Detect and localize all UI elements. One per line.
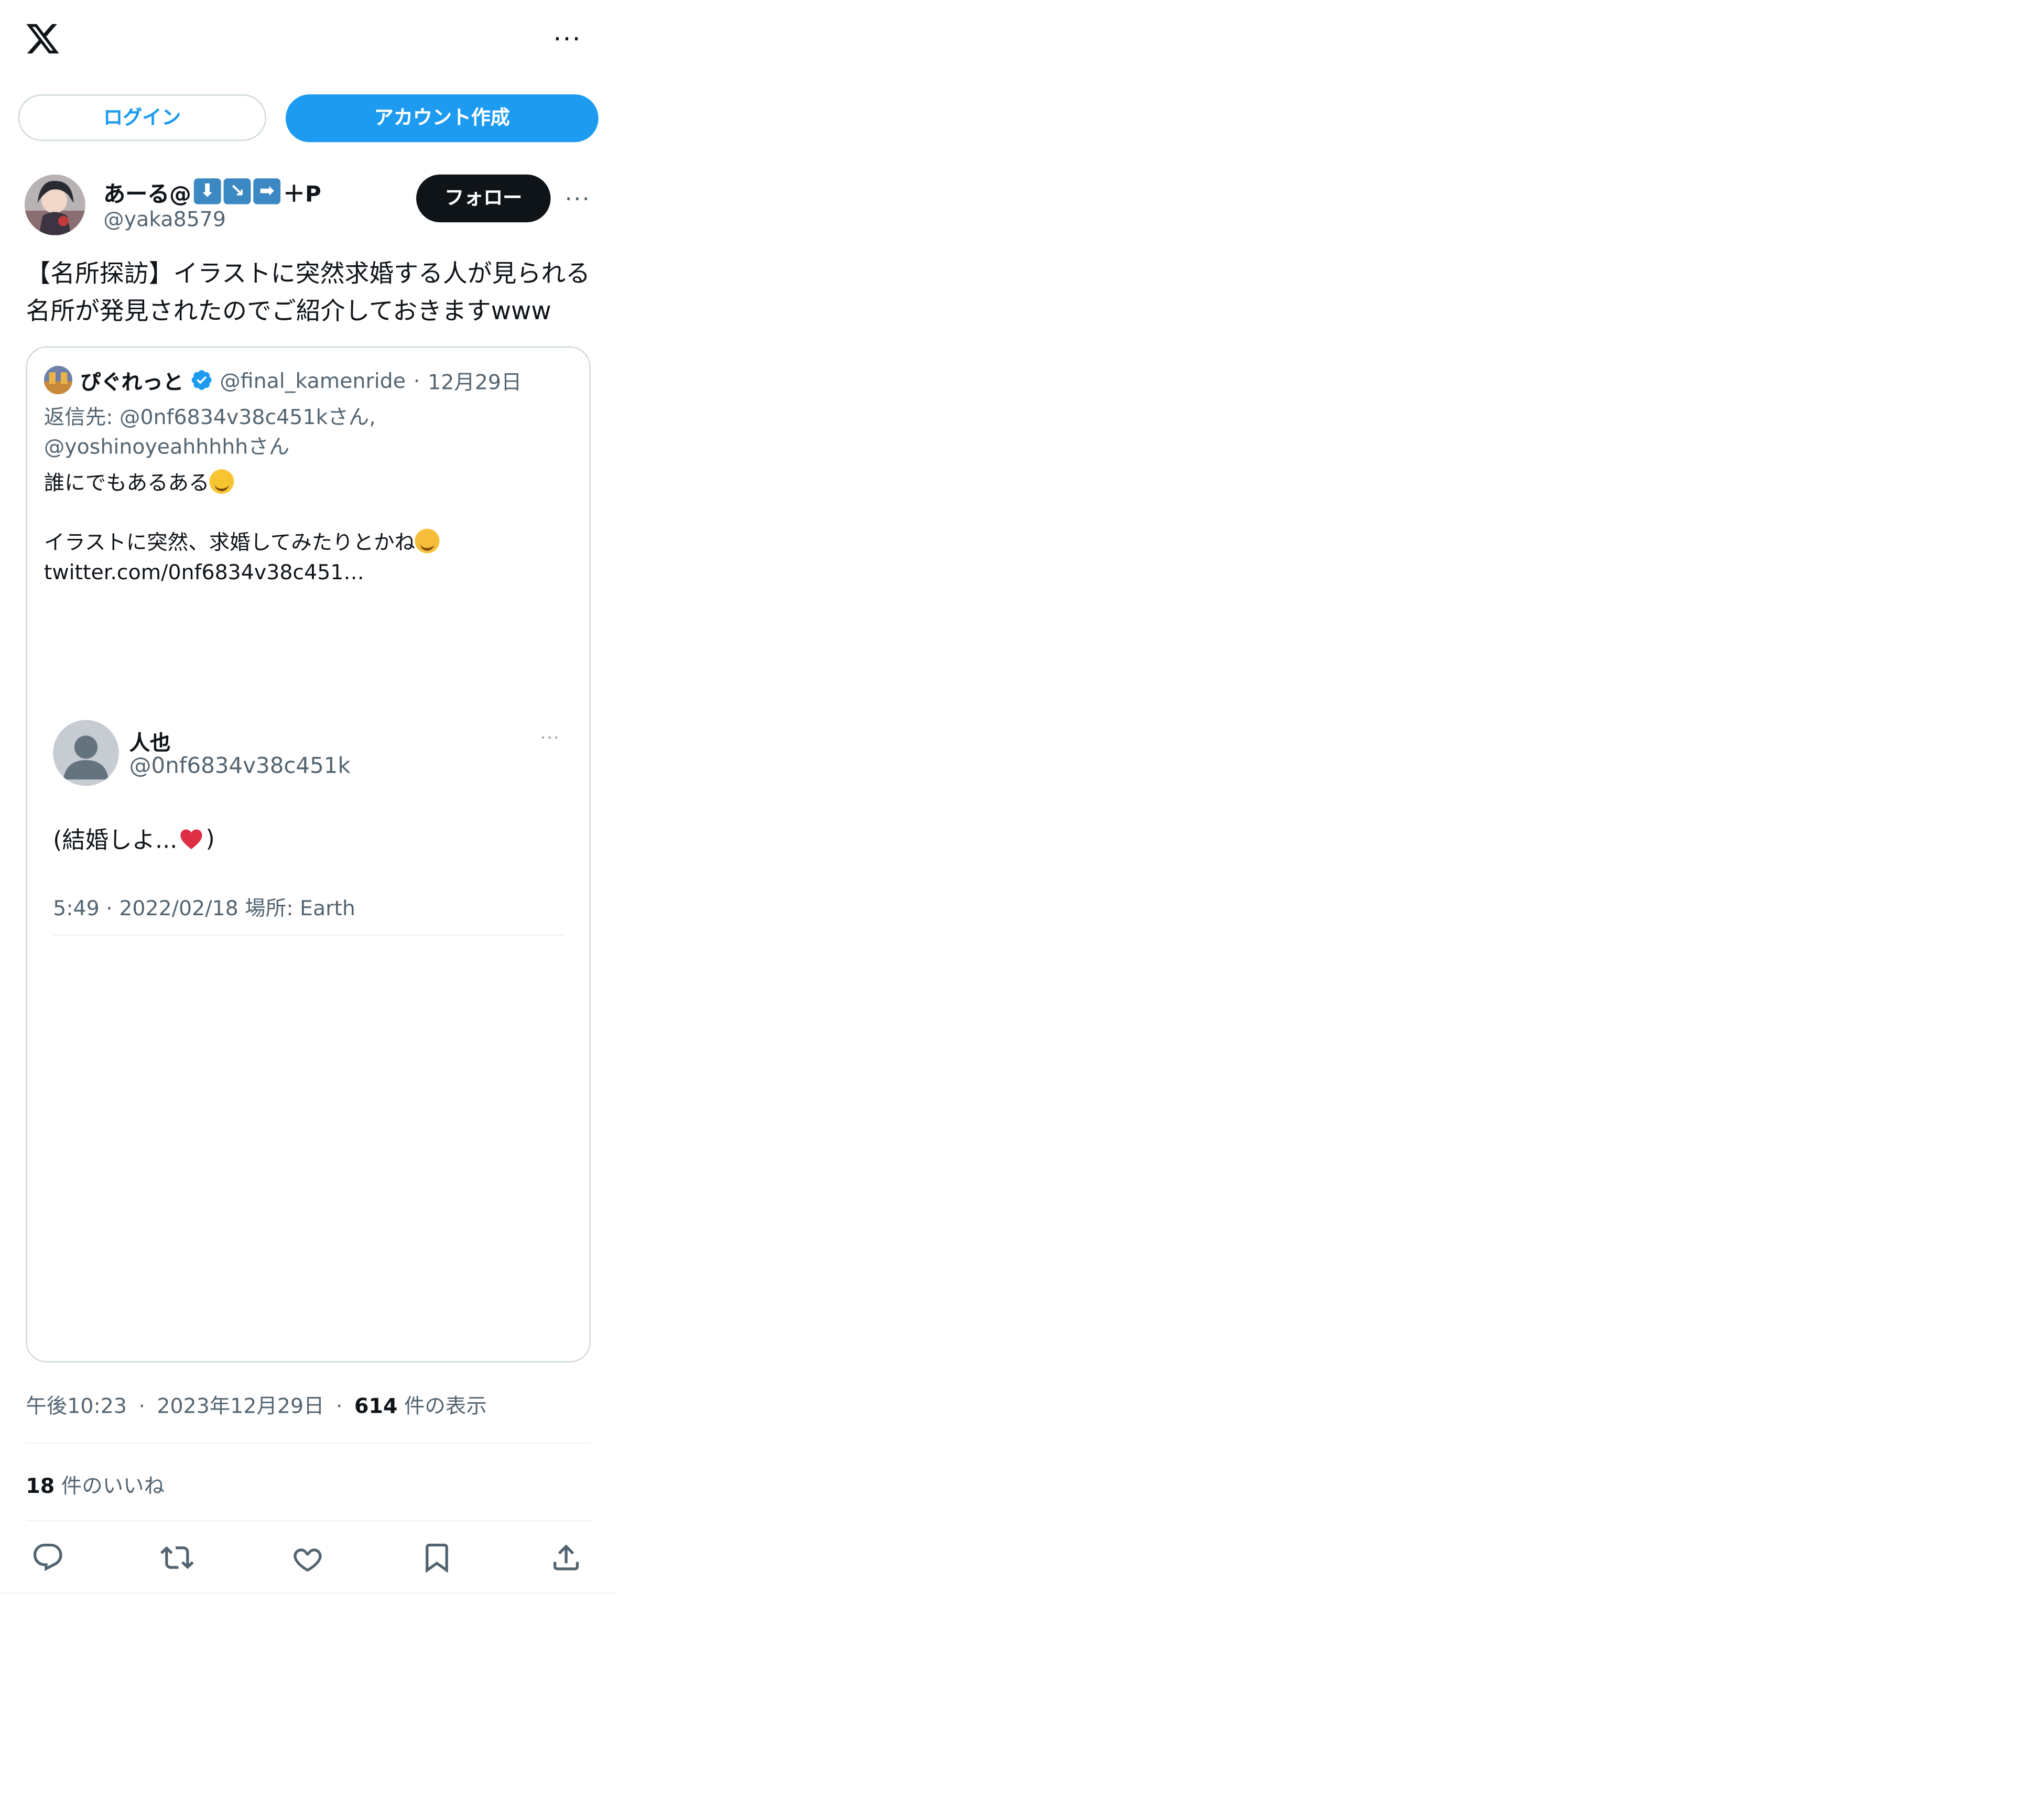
embedded-divider: [53, 934, 564, 936]
quoted-date[interactable]: 12月29日: [428, 364, 522, 395]
embedded-text-before: (結婚しよ...: [53, 827, 178, 855]
share-icon[interactable]: [549, 1541, 583, 1574]
like-icon[interactable]: [291, 1541, 324, 1574]
tweet-time[interactable]: 午後10:23: [26, 1393, 127, 1418]
quoted-handle[interactable]: @final_kamenride: [220, 368, 406, 393]
red-heart-icon: [180, 829, 202, 849]
author-handle[interactable]: @yaka8579: [103, 207, 226, 232]
verified-badge-icon: [191, 370, 212, 390]
quoted-body: 誰にでもあるある イラストに突然、求婚してみたりとかね twitter.com/…: [44, 468, 574, 587]
embedded-meta: 5:49 · 2022/02/18 場所: Earth: [53, 895, 355, 920]
views-label: 件の表示: [404, 1393, 487, 1418]
tweet-meta: 午後10:23 · 2023年12月29日 · 614 件の表示: [26, 1388, 487, 1419]
grinning-face-icon: [209, 469, 234, 494]
quoted-avatar: [44, 365, 73, 395]
down-right-arrow-emoji-icon: ↘: [223, 178, 251, 204]
reply-icon[interactable]: [31, 1541, 64, 1574]
login-button[interactable]: ログイン: [18, 94, 266, 141]
repost-icon[interactable]: [160, 1541, 194, 1574]
embedded-name: 人也: [129, 730, 171, 755]
tweet-text: 【名所探訪】イラストに突然求婚する人が見られる名所が発見されたのでご紹介しておき…: [26, 259, 591, 326]
likes-summary[interactable]: 18 件のいいね: [26, 1468, 165, 1499]
embedded-more-icon: ···: [540, 729, 560, 749]
reply-to-line-1: 返信先: @0nf6834v38c451kさん,: [44, 404, 376, 429]
follow-button[interactable]: フォロー: [416, 174, 551, 223]
likes-count: 18: [26, 1474, 55, 1499]
embedded-default-avatar: [53, 720, 119, 786]
more-options-icon[interactable]: ···: [553, 26, 592, 51]
meta-separator-2: ·: [336, 1393, 343, 1418]
bookmark-icon[interactable]: [420, 1541, 453, 1574]
author-name-suffix: ＋P: [283, 181, 321, 208]
author-name-text: あーる@: [103, 181, 191, 208]
down-arrow-emoji-icon: ⬇: [193, 178, 221, 204]
smiling-face-icon: [415, 528, 440, 554]
embedded-text-after: ): [205, 825, 215, 853]
meta-separator-1: ·: [138, 1393, 145, 1418]
x-logo-icon[interactable]: [23, 20, 62, 57]
divider: [0, 1592, 617, 1594]
divider: [26, 1520, 591, 1522]
quoted-separator: ·: [413, 367, 420, 393]
quoted-link[interactable]: twitter.com/0nf6834v38c451…: [44, 557, 574, 587]
embedded-handle: @0nf6834v38c451k: [129, 753, 351, 779]
create-account-button[interactable]: アカウント作成: [285, 94, 599, 143]
quoted-reply-to: 返信先: @0nf6834v38c451kさん, @yoshinoyeahhhh…: [44, 402, 561, 461]
tweet-date[interactable]: 2023年12月29日: [157, 1393, 324, 1418]
quoted-name[interactable]: ぴぐれっと: [80, 364, 183, 395]
views-count: 614: [354, 1393, 398, 1418]
embedded-text: (結婚しよ... ): [53, 822, 215, 855]
quoted-body-line-1: 誰にでもあるある: [44, 470, 210, 495]
reply-to-line-2: @yoshinoyeahhhhhさん: [44, 434, 290, 459]
right-arrow-emoji-icon: ➡: [253, 178, 281, 204]
divider: [26, 1443, 591, 1444]
likes-label: 件のいいね: [61, 1474, 165, 1499]
quoted-header: ぴぐれっと @final_kamenride · 12月29日: [80, 364, 522, 395]
author-name[interactable]: あーる@ ⬇ ↘ ➡ ＋P: [103, 176, 321, 208]
author-avatar[interactable]: [24, 174, 85, 235]
quoted-body-line-2: イラストに突然、求婚してみたりとかね: [44, 530, 416, 555]
tweet-more-icon[interactable]: ···: [565, 186, 591, 213]
